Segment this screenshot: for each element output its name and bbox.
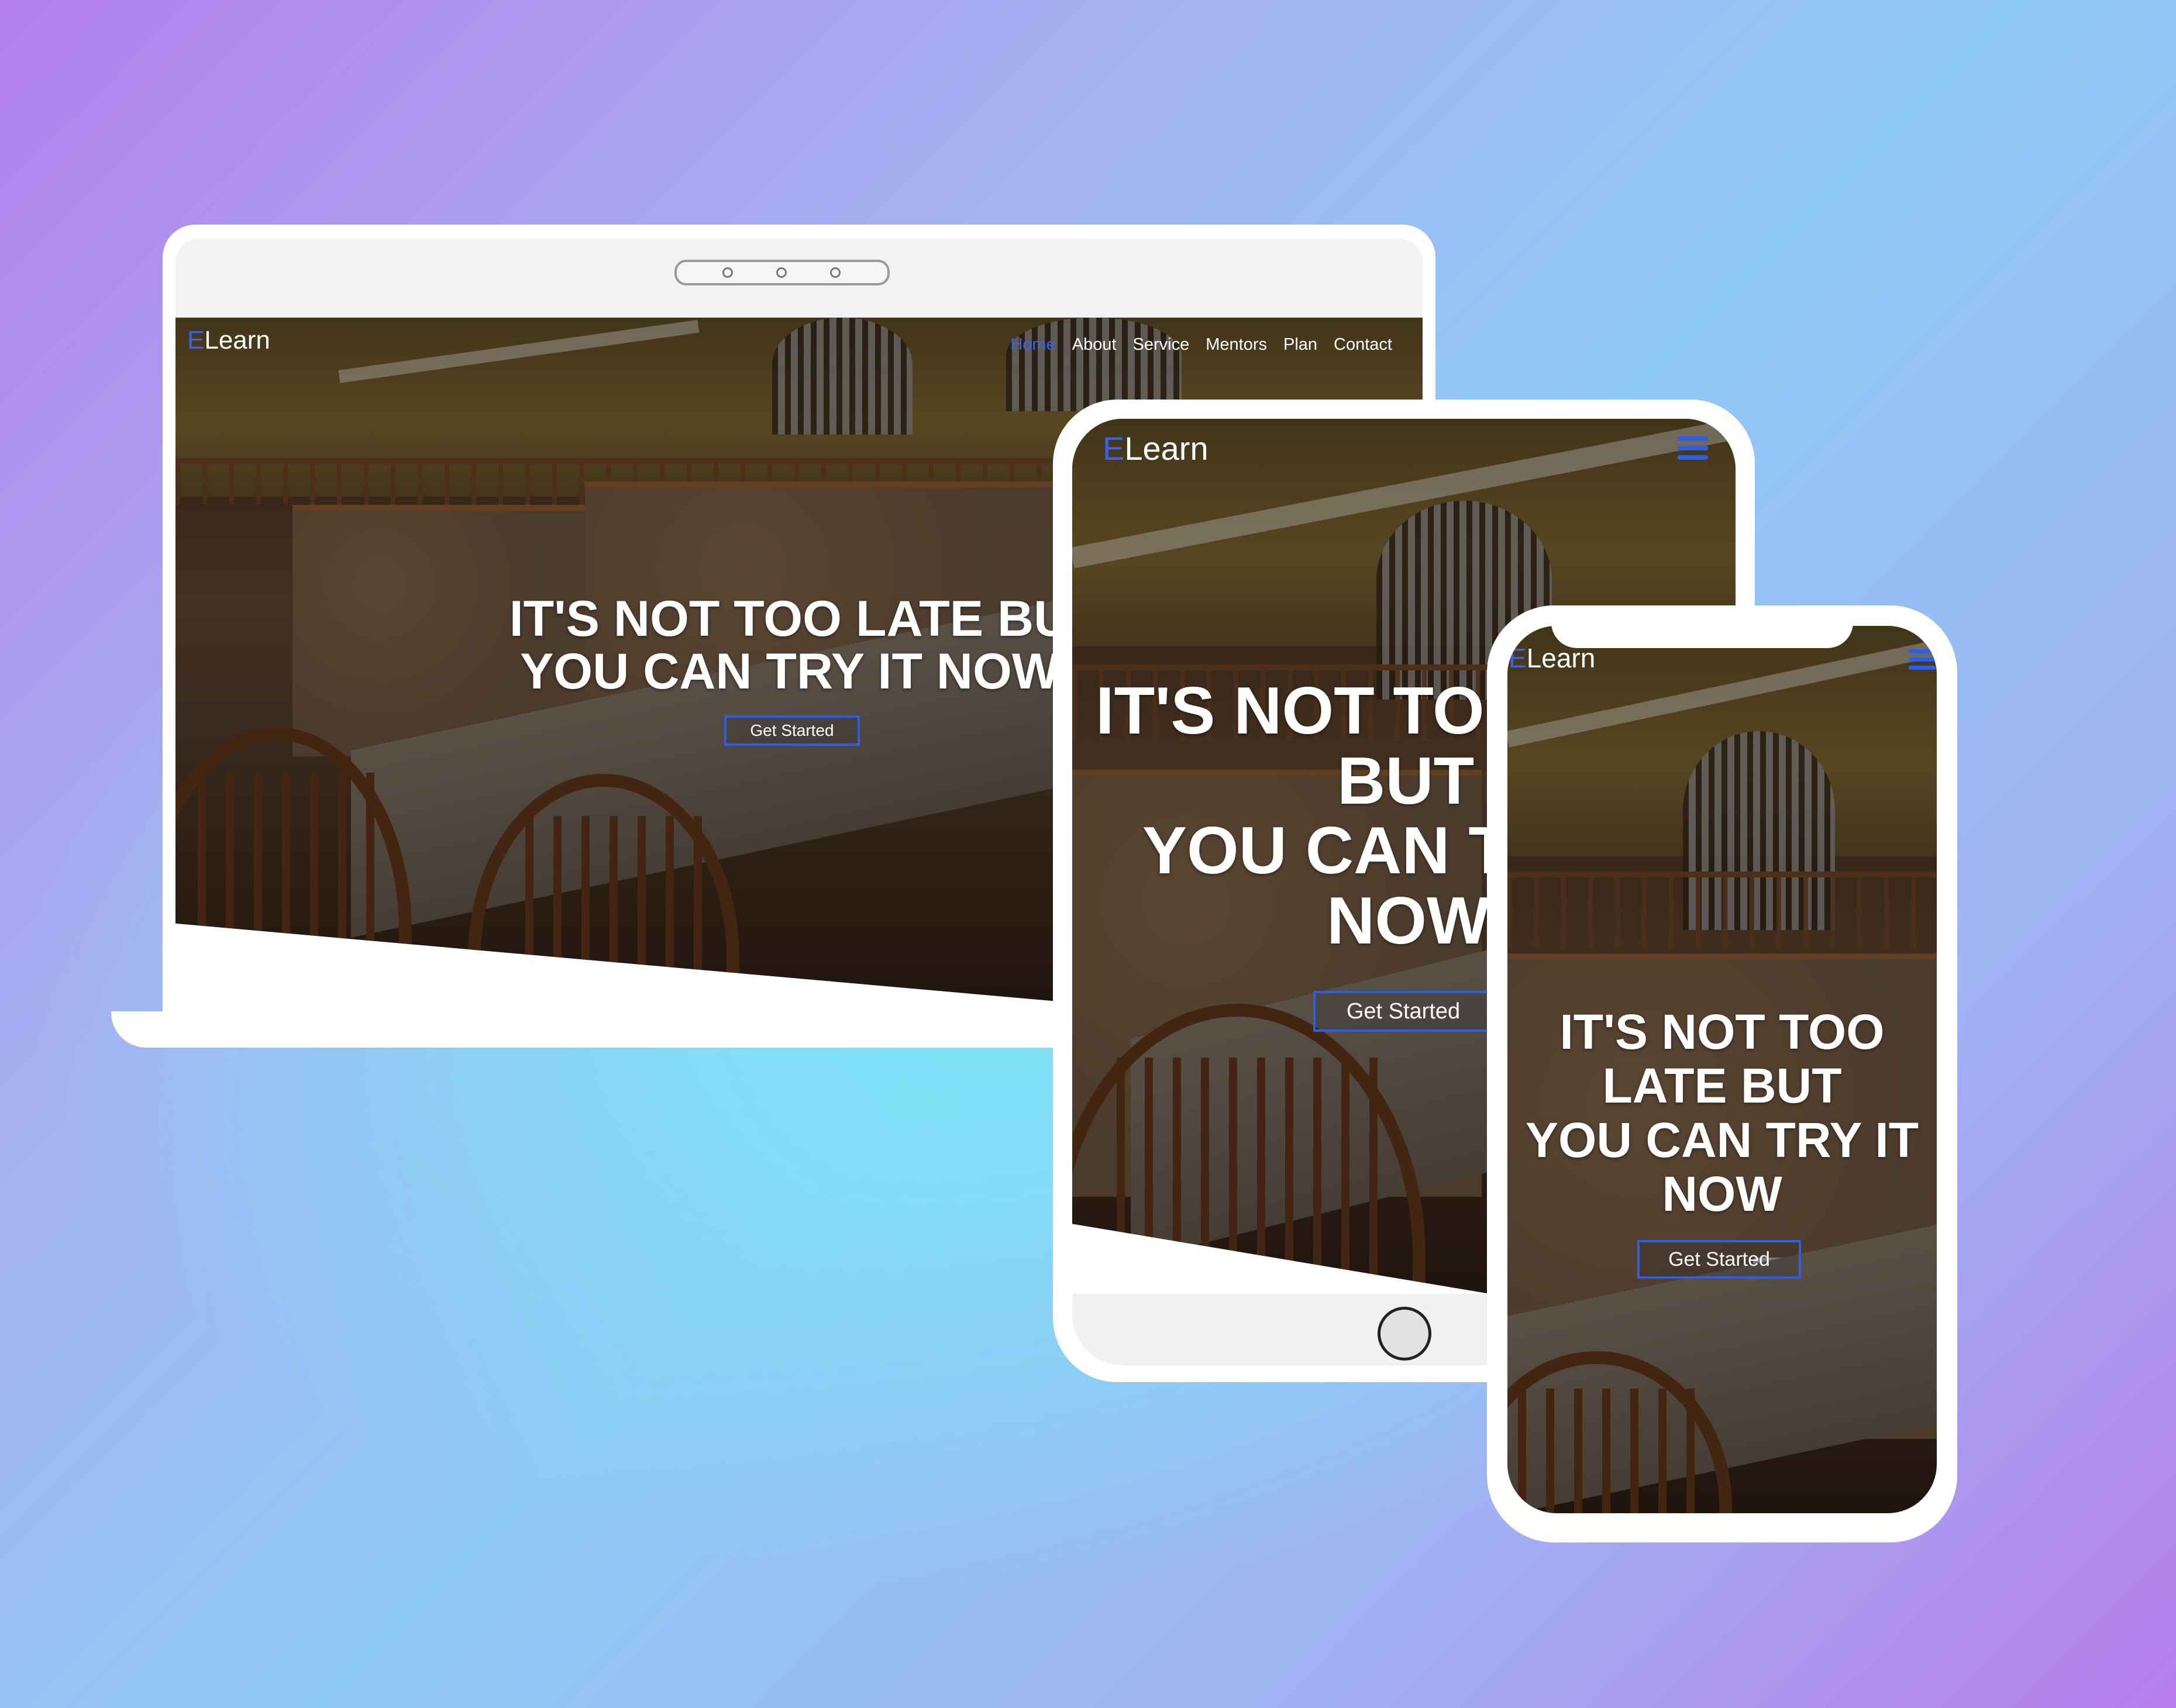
hero-line-2: YOU CAN TRY IT NOW <box>519 643 1060 700</box>
nav-link-about[interactable]: About <box>1072 335 1117 354</box>
phone-hero-section: ELearn IT'S NOT TOO LATE BUT YOU CAN TRY… <box>1507 626 1937 1513</box>
hero-line-4: NOW <box>1662 1166 1782 1222</box>
brand-logo[interactable]: ELearn <box>187 326 270 355</box>
camera-dots-icon <box>674 260 890 285</box>
brand-logo-rest: Learn <box>1124 430 1208 467</box>
top-navigation: Home About Service Mentors Plan Contact <box>1010 335 1392 354</box>
nav-link-mentors[interactable]: Mentors <box>1206 335 1267 354</box>
hero-headline: IT'S NOT TOO LATE BU YOU CAN TRY IT NOW <box>497 593 1082 698</box>
hero-line-3: YOU CAN TRY IT <box>1525 1112 1919 1168</box>
laptop-base <box>111 1011 1059 1048</box>
brand-logo-e: E <box>187 326 205 354</box>
brand-logo[interactable]: ELearn <box>1103 429 1208 467</box>
nav-link-contact[interactable]: Contact <box>1334 335 1392 354</box>
get-started-button[interactable]: Get Started <box>724 715 860 746</box>
hero-line-2: LATE BUT <box>1602 1058 1842 1114</box>
hamburger-menu-icon[interactable] <box>1678 436 1708 460</box>
nav-link-plan[interactable]: Plan <box>1283 335 1317 354</box>
get-started-button[interactable]: Get Started <box>1313 991 1493 1032</box>
nav-link-home[interactable]: Home <box>1010 335 1055 354</box>
home-button-icon[interactable] <box>1378 1307 1431 1361</box>
brand-logo-e: E <box>1509 643 1527 673</box>
brand-logo-rest: Learn <box>204 326 270 354</box>
phone-notch <box>1551 611 1853 648</box>
hamburger-menu-icon[interactable] <box>1909 649 1936 670</box>
hero-line-1: IT'S NOT TOO LATE BU <box>509 591 1070 647</box>
hero-headline: IT'S NOT TOO LATE BUT YOU CAN TRY IT NOW <box>1507 1005 1937 1221</box>
get-started-button[interactable]: Get Started <box>1637 1240 1801 1279</box>
nav-link-service[interactable]: Service <box>1133 335 1190 354</box>
hero-line-1: IT'S NOT TOO <box>1559 1004 1885 1059</box>
brand-logo-e: E <box>1103 430 1125 467</box>
